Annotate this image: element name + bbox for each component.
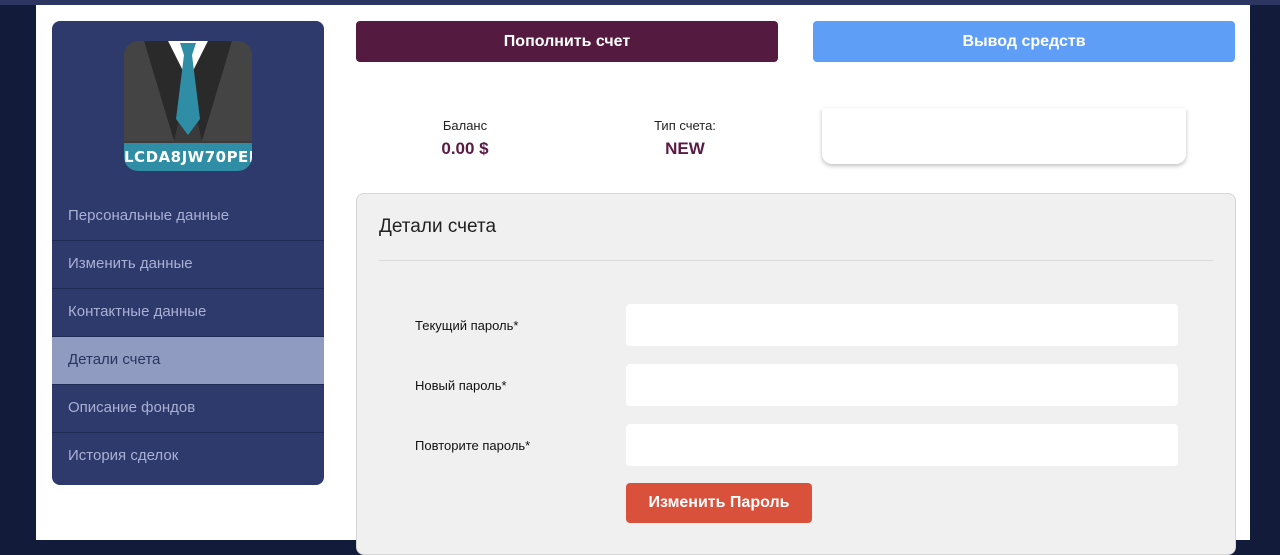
deposit-button[interactable]: Пополнить счет [356, 21, 778, 62]
user-id-label: LCDA8JW70PED [124, 143, 252, 171]
balance-label: Баланс [442, 118, 488, 133]
account-details-panel: Детали счета Текущий пароль* Новый парол… [356, 193, 1236, 555]
panel-title: Детали счета [379, 216, 497, 237]
balance-block: Баланс 0.00 $ [420, 118, 510, 159]
panel-divider [379, 260, 1213, 261]
new-password-input[interactable] [626, 364, 1178, 406]
sidebar-item-trade-history[interactable]: История сделок [52, 433, 324, 481]
sidebar-item-funds-description[interactable]: Описание фондов [52, 385, 324, 433]
sidebar: LCDA8JW70PED Персональные данные Изменит… [52, 21, 324, 485]
change-password-button[interactable]: Изменить Пароль [626, 483, 812, 523]
new-password-label: Новый пароль* [415, 378, 507, 393]
account-type-label: Тип счета: [654, 118, 716, 133]
balance-value: 0.00 $ [441, 139, 489, 158]
account-type-block: Тип счета: NEW [635, 118, 735, 159]
current-password-input[interactable] [626, 304, 1178, 346]
repeat-password-input[interactable] [626, 424, 1178, 466]
page-container: LCDA8JW70PED Персональные данные Изменит… [36, 5, 1250, 555]
sidebar-item-contact-data[interactable]: Контактные данные [52, 289, 324, 337]
account-type-value: NEW [665, 139, 705, 158]
sidebar-item-account-details[interactable]: Детали счета [52, 337, 324, 385]
repeat-password-label: Повторите пароль* [415, 438, 531, 453]
info-card [822, 108, 1186, 164]
avatar: LCDA8JW70PED [124, 41, 252, 171]
sidebar-item-edit-data[interactable]: Изменить данные [52, 241, 324, 289]
sidebar-item-personal-data[interactable]: Персональные данные [52, 193, 324, 241]
sidebar-menu: Персональные данные Изменить данные Конт… [52, 193, 324, 481]
withdraw-button[interactable]: Вывод средств [813, 21, 1235, 62]
current-password-label: Текущий пароль* [415, 318, 519, 333]
